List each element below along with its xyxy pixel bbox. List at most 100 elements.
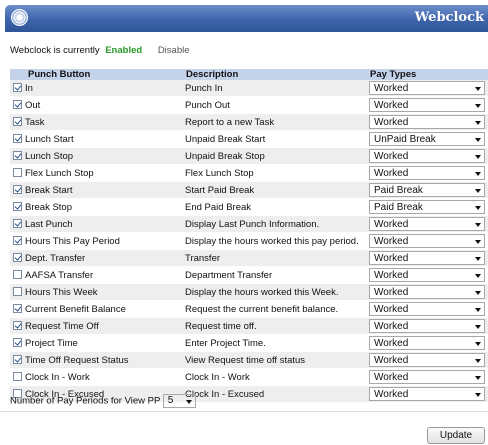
- enable-checkbox[interactable]: [13, 235, 22, 245]
- punch-button-name: Request Time Off: [25, 320, 99, 332]
- pay-periods-select[interactable]: 5: [162, 394, 196, 408]
- description-cell: Clock In - Work: [182, 368, 366, 386]
- pay-periods-label: Number of Pay Periods for View PP: [10, 395, 161, 407]
- enable-checkbox[interactable]: [13, 167, 22, 177]
- punch-button-cell: Time Off Request Status: [10, 351, 182, 369]
- enable-checkbox[interactable]: [13, 201, 22, 211]
- enable-checkbox[interactable]: [13, 252, 22, 262]
- punch-button-cell: Clock In - Work: [10, 368, 182, 386]
- table-row: Task Report to a new Task Worked: [10, 113, 488, 131]
- status-prefix: Webclock is currently: [10, 45, 100, 56]
- pay-type-select[interactable]: Paid Break: [369, 183, 485, 197]
- enable-checkbox[interactable]: [13, 133, 22, 143]
- punch-button-cell: Break Stop: [10, 198, 182, 216]
- pay-type-value: Paid Break: [374, 185, 423, 196]
- table-row: Time Off Request Status View Request time…: [10, 351, 488, 369]
- punch-button-cell: Task: [10, 113, 182, 131]
- pay-type-value: Worked: [374, 355, 409, 366]
- table-row: Clock In - Work Clock In - Work Worked: [10, 368, 488, 386]
- enable-checkbox[interactable]: [13, 320, 22, 330]
- enable-checkbox[interactable]: [13, 99, 22, 109]
- chevron-down-icon: [475, 342, 481, 346]
- chevron-down-icon: [475, 308, 481, 312]
- enable-checkbox[interactable]: [13, 371, 22, 381]
- punch-button-name: Project Time: [25, 337, 78, 349]
- punch-button-cell: Current Benefit Balance: [10, 300, 182, 318]
- pay-type-select[interactable]: Worked: [369, 268, 485, 282]
- chevron-down-icon: [475, 223, 481, 227]
- punch-button-cell: Request Time Off: [10, 317, 182, 335]
- table-row: Break Start Start Paid Break Paid Break: [10, 181, 488, 199]
- pay-type-select[interactable]: Worked: [369, 98, 485, 112]
- enable-checkbox[interactable]: [13, 303, 22, 313]
- page-title: Webclock: [414, 10, 484, 25]
- pay-type-cell: Worked: [366, 300, 488, 318]
- pay-type-value: Worked: [374, 151, 409, 162]
- pay-type-cell: Paid Break: [366, 198, 488, 216]
- punch-button-name: Lunch Start: [25, 133, 74, 145]
- enable-checkbox[interactable]: [13, 218, 22, 228]
- punch-button-name: In: [25, 82, 33, 94]
- pay-type-value: Worked: [374, 100, 409, 111]
- pay-type-cell: Worked: [366, 249, 488, 267]
- pay-type-select[interactable]: Worked: [369, 115, 485, 129]
- pay-type-select[interactable]: Worked: [369, 251, 485, 265]
- enable-checkbox[interactable]: [13, 286, 22, 296]
- pay-type-select[interactable]: Paid Break: [369, 200, 485, 214]
- enable-checkbox[interactable]: [13, 337, 22, 347]
- enable-checkbox[interactable]: [13, 184, 22, 194]
- chevron-down-icon: [475, 393, 481, 397]
- pay-type-cell: Worked: [366, 385, 488, 403]
- chevron-down-icon: [475, 206, 481, 210]
- chevron-down-icon: [475, 155, 481, 159]
- enable-checkbox[interactable]: [13, 116, 22, 126]
- chevron-down-icon: [475, 359, 481, 363]
- pay-type-value: Worked: [374, 338, 409, 349]
- pay-type-cell: Worked: [366, 113, 488, 131]
- chevron-down-icon: [475, 325, 481, 329]
- chevron-down-icon: [475, 189, 481, 193]
- description-cell: Flex Lunch Stop: [182, 164, 366, 182]
- pay-type-select[interactable]: Worked: [369, 302, 485, 316]
- pay-type-cell: Worked: [366, 317, 488, 335]
- punch-button-name: Hours This Pay Period: [25, 235, 120, 247]
- pay-type-select[interactable]: UnPaid Break: [369, 132, 485, 146]
- pay-type-value: Worked: [374, 321, 409, 332]
- enable-checkbox[interactable]: [13, 82, 22, 92]
- update-button[interactable]: Update: [427, 427, 485, 444]
- pay-type-select[interactable]: Worked: [369, 285, 485, 299]
- table-header-row: Punch Button Description Pay Types: [10, 69, 488, 80]
- punch-button-cell: Flex Lunch Stop: [10, 164, 182, 182]
- pay-periods-value: 5: [167, 395, 174, 406]
- enable-checkbox[interactable]: [13, 354, 22, 364]
- pay-periods-setting: Number of Pay Periods for View PP 5: [10, 394, 196, 408]
- pay-type-select[interactable]: Worked: [369, 234, 485, 248]
- chevron-down-icon: [475, 291, 481, 295]
- pay-type-select[interactable]: Worked: [369, 336, 485, 350]
- description-cell: Display the hours worked this Week.: [182, 283, 366, 301]
- chevron-down-icon: [475, 121, 481, 125]
- column-header-pay-types: Pay Types: [366, 69, 488, 80]
- enable-checkbox[interactable]: [13, 269, 22, 279]
- punch-button-name: Hours This Week: [25, 286, 98, 298]
- pay-type-select[interactable]: Worked: [369, 319, 485, 333]
- pay-type-cell: Worked: [366, 368, 488, 386]
- description-cell: View Request time off status: [182, 351, 366, 369]
- disable-link[interactable]: Disable: [158, 45, 190, 56]
- table-row: Lunch Stop Unpaid Break Stop Worked: [10, 147, 488, 165]
- pay-type-select[interactable]: Worked: [369, 387, 485, 401]
- pay-type-select[interactable]: Worked: [369, 217, 485, 231]
- chevron-down-icon: [475, 138, 481, 142]
- punch-button-cell: Project Time: [10, 334, 182, 352]
- webclock-logo-icon: [11, 9, 28, 26]
- pay-type-cell: Worked: [366, 232, 488, 250]
- pay-type-select[interactable]: Worked: [369, 149, 485, 163]
- pay-type-select[interactable]: Worked: [369, 166, 485, 180]
- description-cell: Enter Project Time.: [182, 334, 366, 352]
- pay-type-select[interactable]: Worked: [369, 370, 485, 384]
- pay-type-select[interactable]: Worked: [369, 81, 485, 95]
- pay-type-cell: Worked: [366, 147, 488, 165]
- enable-checkbox[interactable]: [13, 150, 22, 160]
- chevron-down-icon: [475, 172, 481, 176]
- pay-type-select[interactable]: Worked: [369, 353, 485, 367]
